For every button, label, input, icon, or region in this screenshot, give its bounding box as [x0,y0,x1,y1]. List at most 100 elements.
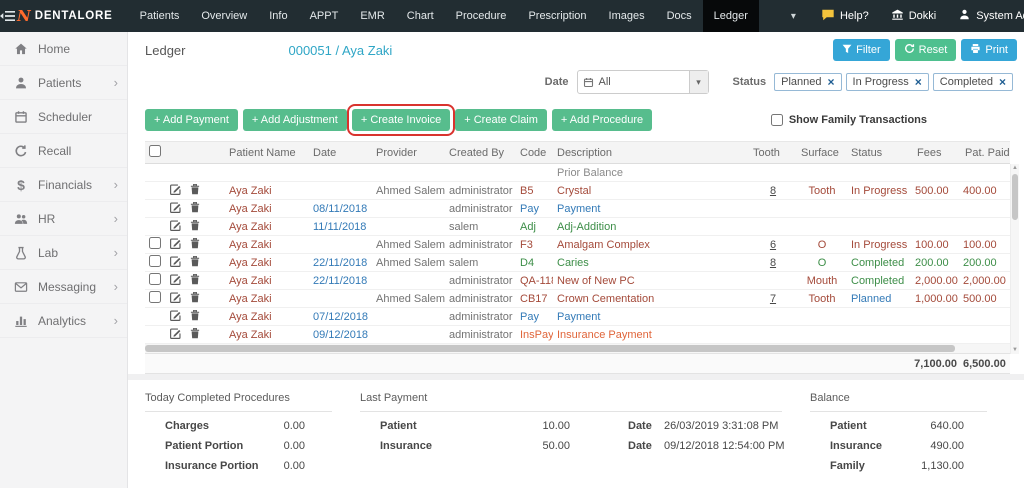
summary-label: Insurance [830,440,908,452]
delete-icon[interactable] [189,201,201,214]
chip-remove-button[interactable]: × [999,76,1006,88]
logo-text: DENTALORE [35,10,113,22]
cell-provider [372,200,445,218]
cell-status [847,326,913,344]
sidebar-item-patients[interactable]: Patients› [0,66,127,100]
status-chip: Planned× [774,73,841,91]
cell-description: Insurance Payment [553,326,749,344]
chip-remove-button[interactable]: × [915,76,922,88]
scroll-up-icon[interactable]: ▲ [1011,165,1019,171]
cell-date: 09/12/2018 [309,326,372,344]
edit-icon[interactable] [169,255,182,268]
table-row: Aya Zaki09/12/2018administratorInsPayIns… [145,326,1010,344]
row-checkbox[interactable] [149,255,161,267]
row-checkbox[interactable] [149,291,161,303]
row-checkbox[interactable] [149,273,161,285]
clinic-button[interactable]: Dokki [880,0,948,32]
cell-provider: Ahmed Salem [372,254,445,272]
sidebar-item-lab[interactable]: Lab› [0,236,127,270]
patient-link[interactable]: 000051 / Aya Zaki [288,43,392,58]
nav-more-button[interactable]: ▾ [777,0,810,32]
family-transactions-checkbox[interactable] [771,114,783,126]
building-icon [891,8,904,24]
date-filter-caret[interactable]: ▾ [689,71,708,93]
header-select-checkbox[interactable] [149,145,161,157]
nav-item-procedure[interactable]: Procedure [445,0,518,32]
sidebar-item-hr[interactable]: HR› [0,202,127,236]
vertical-scrollbar[interactable]: ▲ ▼ [1010,164,1019,354]
cell-pat-paid: 2,000.00 [961,272,1010,290]
cell-actions [165,308,225,326]
edit-icon[interactable] [169,309,182,322]
edit-icon[interactable] [169,291,182,304]
delete-icon[interactable] [189,183,201,196]
help-button[interactable]: Help? [810,0,880,32]
nav-item-images[interactable]: Images [598,0,656,32]
delete-icon[interactable] [189,273,201,286]
summary-date-label: Date [628,440,658,452]
tooth-link[interactable]: 8 [770,257,776,269]
cell-code: Pay [516,308,553,326]
user-menu[interactable]: System Administrator ▾ [947,0,1024,32]
col-header-description: Description [553,142,749,164]
sidebar-item-messaging[interactable]: Messaging› [0,270,127,304]
nav-item-overview[interactable]: Overview [190,0,258,32]
delete-icon[interactable] [189,291,201,304]
scroll-down-icon[interactable]: ▼ [1011,347,1019,353]
cell-provider [372,218,445,236]
add-procedure-button[interactable]: + Add Procedure [552,109,652,131]
edit-icon[interactable] [169,237,182,250]
nav-item-info[interactable]: Info [258,0,298,32]
nav-item-ledger[interactable]: Ledger [703,0,759,32]
add-adjustment-button[interactable]: + Add Adjustment [243,109,347,131]
tooth-link[interactable]: 6 [770,239,776,251]
delete-icon[interactable] [189,309,201,322]
create-invoice-button[interactable]: + Create Invoice [352,109,450,131]
create-claim-button[interactable]: + Create Claim [455,109,547,131]
edit-icon[interactable] [169,201,182,214]
delete-icon[interactable] [189,327,201,340]
nav-item-emr[interactable]: EMR [349,0,395,32]
horizontal-scrollbar[interactable] [145,344,1010,353]
edit-icon[interactable] [169,327,182,340]
col-header-1 [165,142,225,164]
nav-item-prescription[interactable]: Prescription [517,0,597,32]
nav-item-patients[interactable]: Patients [129,0,191,32]
sidebar-item-home[interactable]: Home [0,32,127,66]
summary-row: Insurance490.00 [810,440,1015,452]
filter-button[interactable]: Filter [833,39,889,61]
chevron-right-icon: › [114,245,118,260]
edit-icon[interactable] [169,219,182,232]
print-button[interactable]: Print [961,39,1017,61]
horizontal-scrollbar-thumb[interactable] [145,345,955,352]
tooth-link[interactable]: 7 [770,293,776,305]
sidebar-item-analytics[interactable]: Analytics› [0,304,127,338]
nav-item-chart[interactable]: Chart [396,0,445,32]
edit-icon[interactable] [169,273,182,286]
sidebar-item-scheduler[interactable]: Scheduler [0,100,127,134]
cell-created-by: administrator [445,182,516,200]
edit-icon[interactable] [169,183,182,196]
add-payment-button[interactable]: + Add Payment [145,109,238,131]
nav-item-docs[interactable]: Docs [656,0,703,32]
summary-date-label: Date [628,420,658,432]
toolbar: + Add Payment+ Add Adjustment+ Create In… [128,100,1024,141]
nav-item-appt[interactable]: APPT [299,0,350,32]
cell-tooth [749,326,797,344]
chip-remove-button[interactable]: × [828,76,835,88]
date-filter-select[interactable]: All ▾ [577,70,709,94]
sidebar-item-label: Messaging [38,280,96,294]
sidebar-item-financials[interactable]: $Financials› [0,168,127,202]
family-transactions-toggle[interactable]: Show Family Transactions [771,114,1024,126]
reset-button[interactable]: Reset [895,39,957,61]
row-checkbox[interactable] [149,237,161,249]
sidebar-item-recall[interactable]: Recall [0,134,127,168]
delete-icon[interactable] [189,255,201,268]
cell-code: Pay [516,200,553,218]
delete-icon[interactable] [189,237,201,250]
sidebar-toggle-icon[interactable] [0,0,15,32]
tooth-link[interactable]: 8 [770,185,776,197]
header-buttons: Filter Reset Print [833,39,1017,61]
vertical-scrollbar-thumb[interactable] [1012,174,1018,220]
delete-icon[interactable] [189,219,201,232]
